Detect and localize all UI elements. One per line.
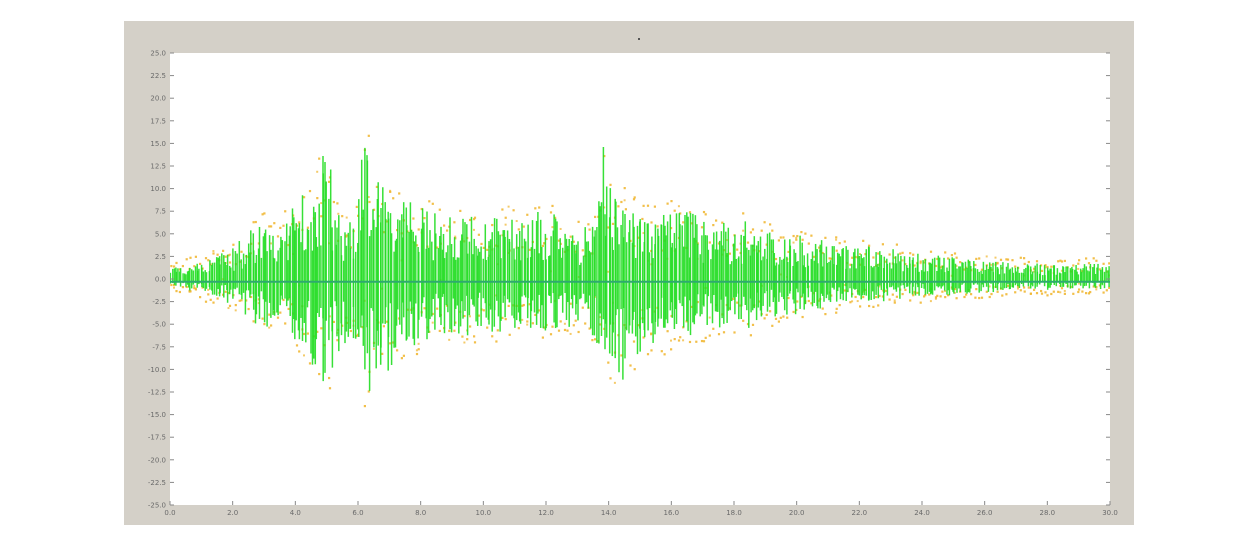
x-tick-label: 10.0 bbox=[476, 509, 492, 517]
x-tick-label: 30.0 bbox=[1102, 509, 1118, 517]
x-tick-label: 24.0 bbox=[914, 509, 930, 517]
x-tick-label: 2.0 bbox=[227, 509, 238, 517]
y-tick-label: 15.0 bbox=[150, 140, 166, 148]
y-tick-label: -17.5 bbox=[148, 434, 166, 442]
y-tick-label: 22.5 bbox=[150, 72, 166, 80]
y-tick-label: -15.0 bbox=[148, 411, 166, 419]
x-tick-label: 26.0 bbox=[977, 509, 993, 517]
y-tick-label: 5.0 bbox=[155, 230, 166, 238]
x-tick-label: 6.0 bbox=[352, 509, 363, 517]
chart-window: 25.0 22.5 20.0 17.5 15.0 12.5 10.0 7.5 5.0 2.5 0.0… bbox=[124, 21, 1134, 525]
y-tick-label: -20.0 bbox=[148, 456, 166, 464]
y-tick-label: 12.5 bbox=[150, 163, 166, 171]
y-tick-label: 20.0 bbox=[150, 95, 166, 103]
x-tick-label: 16.0 bbox=[664, 509, 680, 517]
y-tick-label: 17.5 bbox=[150, 117, 166, 125]
y-tick-label: 7.5 bbox=[155, 208, 166, 216]
y-tick-label: -5.0 bbox=[152, 321, 166, 329]
y-tick-label: 25.0 bbox=[150, 50, 166, 58]
x-tick-label: 14.0 bbox=[601, 509, 617, 517]
y-tick-label: -22.5 bbox=[148, 479, 166, 487]
y-tick-label: 10.0 bbox=[150, 185, 166, 193]
x-tick-label: 12.0 bbox=[538, 509, 554, 517]
y-tick-label: -10.0 bbox=[148, 366, 166, 374]
y-tick-label: -2.5 bbox=[152, 298, 166, 306]
x-tick-label: 4.0 bbox=[290, 509, 301, 517]
chart-axes: 25.0 22.5 20.0 17.5 15.0 12.5 10.0 7.5 5.0 2.5 0.0… bbox=[148, 50, 1118, 518]
y-tick-label: 0.0 bbox=[155, 276, 166, 284]
x-tick-label: 0.0 bbox=[164, 509, 175, 517]
x-tick-label: 20.0 bbox=[789, 509, 805, 517]
x-tick-label: 28.0 bbox=[1040, 509, 1056, 517]
y-tick-label: -12.5 bbox=[148, 389, 166, 397]
y-tick-label: -7.5 bbox=[152, 343, 166, 351]
x-tick-label: 18.0 bbox=[726, 509, 742, 517]
x-tick-label: 22.0 bbox=[852, 509, 868, 517]
y-tick-label: -25.0 bbox=[148, 502, 166, 510]
x-tick-label: 8.0 bbox=[415, 509, 426, 517]
y-tick-label: 2.5 bbox=[155, 253, 166, 261]
